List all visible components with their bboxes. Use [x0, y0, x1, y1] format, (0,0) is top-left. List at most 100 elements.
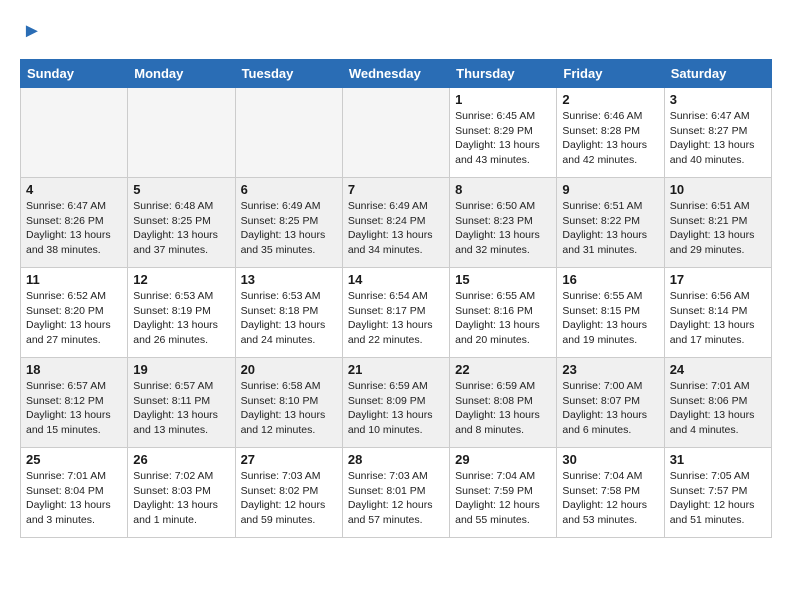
day-number: 29	[455, 452, 551, 467]
day-info: Sunrise: 6:52 AMSunset: 8:20 PMDaylight:…	[26, 289, 122, 348]
day-info: Sunrise: 6:50 AMSunset: 8:23 PMDaylight:…	[455, 199, 551, 258]
calendar-cell: 6 Sunrise: 6:49 AMSunset: 8:25 PMDaylight…	[235, 178, 342, 268]
day-number: 21	[348, 362, 444, 377]
day-number: 30	[562, 452, 658, 467]
day-info: Sunrise: 6:57 AMSunset: 8:11 PMDaylight:…	[133, 379, 229, 438]
day-info: Sunrise: 6:48 AMSunset: 8:25 PMDaylight:…	[133, 199, 229, 258]
calendar-cell: 2 Sunrise: 6:46 AMSunset: 8:28 PMDaylight…	[557, 88, 664, 178]
calendar-cell: 26 Sunrise: 7:02 AMSunset: 8:03 PMDayligh…	[128, 448, 235, 538]
weekday-header-friday: Friday	[557, 60, 664, 88]
day-info: Sunrise: 7:05 AMSunset: 7:57 PMDaylight:…	[670, 469, 766, 528]
logo: ►	[20, 20, 42, 43]
logo-arrow-icon: ►	[22, 20, 42, 43]
day-number: 18	[26, 362, 122, 377]
calendar-table: SundayMondayTuesdayWednesdayThursdayFrid…	[20, 59, 772, 538]
calendar-cell: 4Sunrise: 6:47 AMSunset: 8:26 PMDaylight…	[21, 178, 128, 268]
day-number: 20	[241, 362, 337, 377]
day-number: 22	[455, 362, 551, 377]
calendar-cell: 1 Sunrise: 6:45 AMSunset: 8:29 PMDaylight…	[450, 88, 557, 178]
day-info: Sunrise: 6:47 AMSunset: 8:27 PMDaylight:…	[670, 109, 766, 168]
day-info: Sunrise: 6:49 AMSunset: 8:24 PMDaylight:…	[348, 199, 444, 258]
calendar-cell	[21, 88, 128, 178]
calendar-cell: 20 Sunrise: 6:58 AMSunset: 8:10 PMDayligh…	[235, 358, 342, 448]
day-info: Sunrise: 6:53 AMSunset: 8:19 PMDaylight:…	[133, 289, 229, 348]
day-info: Sunrise: 7:00 AMSunset: 8:07 PMDaylight:…	[562, 379, 658, 438]
day-info: Sunrise: 6:57 AMSunset: 8:12 PMDaylight:…	[26, 379, 122, 438]
day-info: Sunrise: 7:02 AMSunset: 8:03 PMDaylight:…	[133, 469, 229, 528]
calendar-cell: 17 Sunrise: 6:56 AMSunset: 8:14 PMDayligh…	[664, 268, 771, 358]
calendar-cell: 10 Sunrise: 6:51 AMSunset: 8:21 PMDayligh…	[664, 178, 771, 268]
day-info: Sunrise: 6:59 AMSunset: 8:08 PMDaylight:…	[455, 379, 551, 438]
calendar-cell	[235, 88, 342, 178]
day-number: 9	[562, 182, 658, 197]
day-number: 31	[670, 452, 766, 467]
calendar-cell: 22 Sunrise: 6:59 AMSunset: 8:08 PMDayligh…	[450, 358, 557, 448]
day-info: Sunrise: 6:54 AMSunset: 8:17 PMDaylight:…	[348, 289, 444, 348]
calendar-cell: 5 Sunrise: 6:48 AMSunset: 8:25 PMDaylight…	[128, 178, 235, 268]
calendar-cell: 18 Sunrise: 6:57 AMSunset: 8:12 PMDayligh…	[21, 358, 128, 448]
day-number: 1	[455, 92, 551, 107]
weekday-header-sunday: Sunday	[21, 60, 128, 88]
weekday-header-row: SundayMondayTuesdayWednesdayThursdayFrid…	[21, 60, 772, 88]
calendar-cell: 19 Sunrise: 6:57 AMSunset: 8:11 PMDayligh…	[128, 358, 235, 448]
day-info: Sunrise: 6:55 AMSunset: 8:16 PMDaylight:…	[455, 289, 551, 348]
day-info: Sunrise: 6:47 AMSunset: 8:26 PMDaylight:…	[26, 199, 122, 258]
calendar-week-row: 11Sunrise: 6:52 AMSunset: 8:20 PMDayligh…	[21, 268, 772, 358]
calendar-cell: 30Sunrise: 7:04 AMSunset: 7:58 PMDayligh…	[557, 448, 664, 538]
day-info: Sunrise: 6:58 AMSunset: 8:10 PMDaylight:…	[241, 379, 337, 438]
calendar-cell: 15 Sunrise: 6:55 AMSunset: 8:16 PMDayligh…	[450, 268, 557, 358]
calendar-cell: 25 Sunrise: 7:01 AMSunset: 8:04 PMDayligh…	[21, 448, 128, 538]
calendar-cell: 9 Sunrise: 6:51 AMSunset: 8:22 PMDaylight…	[557, 178, 664, 268]
day-info: Sunrise: 6:46 AMSunset: 8:28 PMDaylight:…	[562, 109, 658, 168]
weekday-header-tuesday: Tuesday	[235, 60, 342, 88]
calendar-cell: 16Sunrise: 6:55 AMSunset: 8:15 PMDayligh…	[557, 268, 664, 358]
day-info: Sunrise: 6:51 AMSunset: 8:22 PMDaylight:…	[562, 199, 658, 258]
day-info: Sunrise: 7:04 AMSunset: 7:59 PMDaylight:…	[455, 469, 551, 528]
day-number: 28	[348, 452, 444, 467]
calendar-cell: 7Sunrise: 6:49 AMSunset: 8:24 PMDaylight…	[342, 178, 449, 268]
day-info: Sunrise: 6:56 AMSunset: 8:14 PMDaylight:…	[670, 289, 766, 348]
day-info: Sunrise: 7:01 AMSunset: 8:06 PMDaylight:…	[670, 379, 766, 438]
day-number: 3	[670, 92, 766, 107]
day-number: 5	[133, 182, 229, 197]
calendar-cell: 12 Sunrise: 6:53 AMSunset: 8:19 PMDayligh…	[128, 268, 235, 358]
calendar-cell: 28 Sunrise: 7:03 AMSunset: 8:01 PMDayligh…	[342, 448, 449, 538]
day-number: 27	[241, 452, 337, 467]
day-info: Sunrise: 6:51 AMSunset: 8:21 PMDaylight:…	[670, 199, 766, 258]
day-info: Sunrise: 6:55 AMSunset: 8:15 PMDaylight:…	[562, 289, 658, 348]
day-number: 15	[455, 272, 551, 287]
day-number: 2	[562, 92, 658, 107]
day-info: Sunrise: 7:03 AMSunset: 8:02 PMDaylight:…	[241, 469, 337, 528]
day-number: 14	[348, 272, 444, 287]
day-info: Sunrise: 7:01 AMSunset: 8:04 PMDaylight:…	[26, 469, 122, 528]
day-number: 26	[133, 452, 229, 467]
day-number: 17	[670, 272, 766, 287]
calendar-cell: 31 Sunrise: 7:05 AMSunset: 7:57 PMDayligh…	[664, 448, 771, 538]
page-header: ►	[20, 20, 772, 43]
calendar-week-row: 4Sunrise: 6:47 AMSunset: 8:26 PMDaylight…	[21, 178, 772, 268]
calendar-cell: 11Sunrise: 6:52 AMSunset: 8:20 PMDayligh…	[21, 268, 128, 358]
day-info: Sunrise: 6:59 AMSunset: 8:09 PMDaylight:…	[348, 379, 444, 438]
calendar-cell: 29 Sunrise: 7:04 AMSunset: 7:59 PMDayligh…	[450, 448, 557, 538]
day-number: 13	[241, 272, 337, 287]
calendar-cell: 21 Sunrise: 6:59 AMSunset: 8:09 PMDayligh…	[342, 358, 449, 448]
weekday-header-wednesday: Wednesday	[342, 60, 449, 88]
calendar-cell: 8Sunrise: 6:50 AMSunset: 8:23 PMDaylight…	[450, 178, 557, 268]
day-number: 12	[133, 272, 229, 287]
day-number: 10	[670, 182, 766, 197]
day-info: Sunrise: 6:45 AMSunset: 8:29 PMDaylight:…	[455, 109, 551, 168]
day-info: Sunrise: 7:03 AMSunset: 8:01 PMDaylight:…	[348, 469, 444, 528]
calendar-cell: 3 Sunrise: 6:47 AMSunset: 8:27 PMDaylight…	[664, 88, 771, 178]
weekday-header-saturday: Saturday	[664, 60, 771, 88]
calendar-cell	[342, 88, 449, 178]
day-number: 19	[133, 362, 229, 377]
day-number: 24	[670, 362, 766, 377]
day-number: 6	[241, 182, 337, 197]
weekday-header-monday: Monday	[128, 60, 235, 88]
calendar-week-row: 18 Sunrise: 6:57 AMSunset: 8:12 PMDayligh…	[21, 358, 772, 448]
day-info: Sunrise: 6:53 AMSunset: 8:18 PMDaylight:…	[241, 289, 337, 348]
day-info: Sunrise: 6:49 AMSunset: 8:25 PMDaylight:…	[241, 199, 337, 258]
day-number: 25	[26, 452, 122, 467]
calendar-week-row: 1 Sunrise: 6:45 AMSunset: 8:29 PMDaylight…	[21, 88, 772, 178]
weekday-header-thursday: Thursday	[450, 60, 557, 88]
